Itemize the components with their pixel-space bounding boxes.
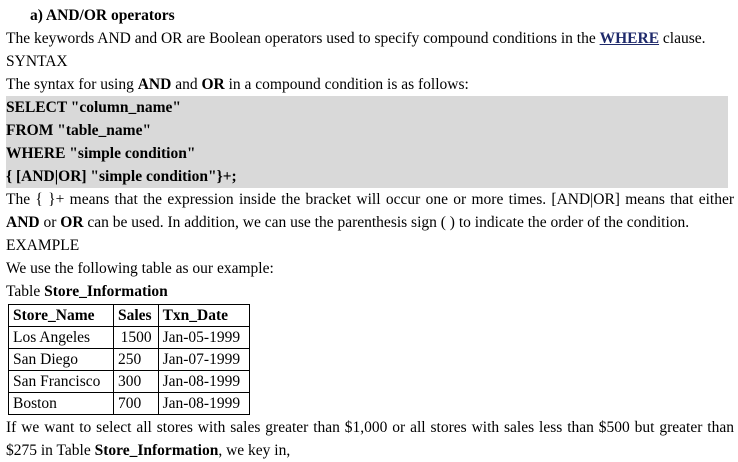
syntax-intro-part2: and [171, 76, 202, 93]
syntax-intro-part3: in a compound condition is as follows: [224, 76, 469, 93]
cell-txn-date: Jan-07-1999 [157, 348, 250, 371]
explanation-line-2: AND or OR can be used. In addition, we c… [6, 211, 734, 234]
cell-txn-date: Jan-08-1999 [157, 370, 250, 393]
table-row: Boston 700 Jan-08-1999 [8, 392, 250, 415]
cell-store-name: Boston [8, 392, 114, 415]
code-line-from: FROM "table_name" [6, 119, 728, 142]
explanation-rest: can be used. In addition, we can use the… [83, 214, 690, 231]
cell-txn-date: Jan-08-1999 [157, 392, 250, 415]
closing-line-2: $275 in Table Store_Information, we key … [6, 439, 734, 462]
code-line-where: WHERE "simple condition" [6, 142, 728, 165]
cell-store-name: San Diego [8, 348, 114, 371]
syntax-code-block: SELECT "column_name" FROM "table_name" W… [6, 96, 734, 188]
cell-txn-date: Jan-05-1999 [157, 326, 250, 349]
header-txn-date: Txn_Date [157, 304, 250, 327]
section-heading: a) AND/OR operators [30, 7, 175, 24]
example-label: EXAMPLE [6, 237, 80, 254]
table-header-row: Store_Name Sales Txn_Date [8, 304, 250, 327]
explanation-and-keyword: AND [6, 214, 40, 231]
table-caption-name: Store_Information [44, 283, 168, 300]
cell-store-name: San Francisco [8, 370, 114, 393]
table-row: San Diego 250 Jan-07-1999 [8, 348, 250, 371]
cell-sales: 1500 [113, 326, 159, 349]
cell-sales: 250 [113, 348, 159, 371]
explanation-or-keyword: OR [60, 214, 84, 231]
code-line-select: SELECT "column_name" [6, 96, 728, 119]
example-intro: We use the following table as our exampl… [6, 260, 274, 277]
closing-table-name: Store_Information [94, 442, 219, 459]
table-row: Los Angeles 1500 Jan-05-1999 [8, 326, 250, 349]
table-caption-prefix: Table [6, 283, 45, 300]
closing-suffix: , we key in, [218, 442, 291, 459]
syntax-label: SYNTAX [6, 53, 68, 70]
header-store-name: Store_Name [8, 304, 114, 327]
table-caption: Table Store_Information [6, 280, 734, 303]
and-keyword: AND [137, 76, 172, 93]
document-page: a) AND/OR operators The keywords AND and… [6, 4, 734, 462]
intro-text-end: clause. [659, 30, 706, 47]
cell-sales: 700 [113, 392, 159, 415]
syntax-intro-part1: The syntax for using [6, 76, 138, 93]
closing-line-1: If we want to select all stores with sal… [6, 419, 734, 436]
explanation-line-1: The { }+ means that the expression insid… [6, 191, 734, 208]
intro-text: The keywords AND and OR are Boolean oper… [6, 30, 600, 47]
closing-prefix: $275 in Table [6, 442, 95, 459]
syntax-intro: The syntax for using AND and OR in a com… [6, 73, 734, 96]
intro-paragraph: The keywords AND and OR are Boolean oper… [6, 27, 734, 50]
or-keyword: OR [201, 76, 225, 93]
header-sales: Sales [113, 304, 159, 327]
cell-sales: 300 [113, 370, 159, 393]
explanation-mid: or [39, 214, 61, 231]
cell-store-name: Los Angeles [8, 326, 114, 349]
store-information-table: Store_Name Sales Txn_Date Los Angeles 15… [8, 304, 250, 415]
where-keyword-link[interactable]: WHERE [600, 30, 659, 47]
table-row: San Francisco 300 Jan-08-1999 [8, 370, 250, 393]
code-line-and-or: { [AND|OR] "simple condition"}+; [6, 165, 728, 188]
